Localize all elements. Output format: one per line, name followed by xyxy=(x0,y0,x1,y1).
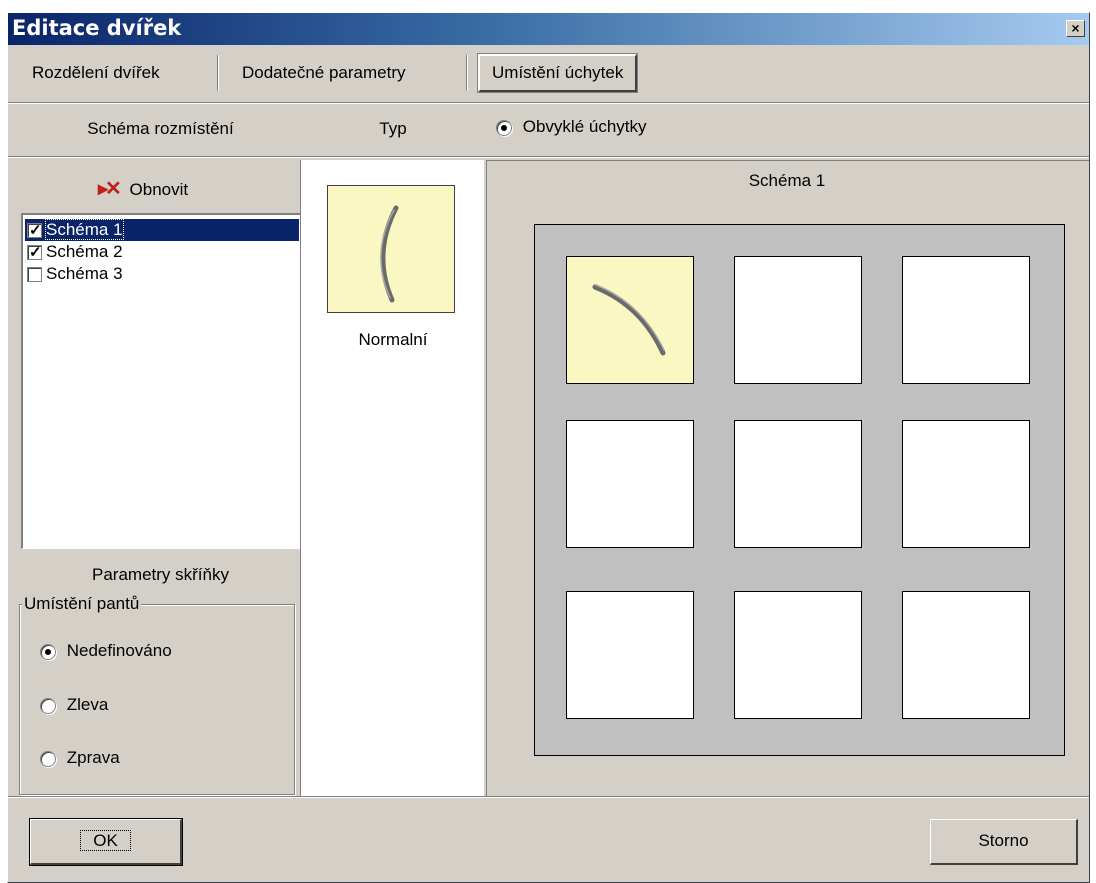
radio-label: Nedefinováno xyxy=(66,641,172,660)
tab-bar: Rozdělení dvířek Dodatečné parametry Umí… xyxy=(8,49,1089,97)
scheme-layout-header: Schéma rozmístění xyxy=(87,119,234,138)
item-label: Schéma 2 xyxy=(46,242,123,261)
radio-button[interactable] xyxy=(40,750,56,767)
grid-cell[interactable] xyxy=(902,256,1030,384)
grid-cell[interactable] xyxy=(566,591,694,719)
item-label: Schéma 3 xyxy=(46,264,123,283)
door-grid xyxy=(534,224,1065,756)
grid-cell[interactable] xyxy=(566,256,694,384)
radio-label: Obvyklé úchytky xyxy=(522,117,647,136)
refresh-label: Obnovit xyxy=(129,180,189,199)
tab-label: Dodatečné parametry xyxy=(242,63,406,82)
grid-cell[interactable] xyxy=(566,420,694,548)
curved-handle-icon xyxy=(592,284,666,356)
ok-button[interactable]: OK xyxy=(29,818,183,866)
scheme-title: Schéma 1 xyxy=(748,171,826,190)
list-item-scheme-3[interactable]: Schéma 3 xyxy=(25,263,299,285)
divider xyxy=(8,156,1089,158)
close-icon: × xyxy=(1071,20,1080,36)
grid-cell[interactable] xyxy=(734,256,862,384)
radio-label: Zleva xyxy=(66,695,109,714)
ok-label: OK xyxy=(80,830,131,851)
radio-button[interactable] xyxy=(40,697,56,714)
title-bar[interactable]: Editace dvířek × xyxy=(8,13,1089,45)
checkbox[interactable] xyxy=(27,220,42,242)
divider xyxy=(8,102,1089,104)
scheme-view: Schéma 1 xyxy=(486,160,1089,796)
radio-undefined[interactable]: Nedefinováno xyxy=(40,641,172,661)
checkbox[interactable] xyxy=(27,267,42,283)
red-x-refresh-icon: ▸✕ xyxy=(98,178,122,200)
curved-handle-icon xyxy=(380,205,399,303)
list-item-scheme-2[interactable]: Schéma 2 xyxy=(25,241,299,264)
cancel-label: Storno xyxy=(978,831,1029,850)
checkbox[interactable] xyxy=(27,242,42,264)
tab-additional-params[interactable]: Dodatečné parametry xyxy=(230,53,417,93)
cabinet-params-title: Parametry skříňky xyxy=(92,565,229,584)
hinge-group: Umístění pantů Nedefinováno Zleva Zprava xyxy=(19,594,295,795)
close-button[interactable]: × xyxy=(1066,20,1085,37)
radio-button[interactable] xyxy=(496,119,512,136)
dialog-window: Editace dvířek × Rozdělení dvířek Dodate… xyxy=(7,12,1090,883)
radio-left[interactable]: Zleva xyxy=(40,695,108,715)
cancel-button[interactable]: Storno xyxy=(930,819,1078,865)
list-item-scheme-1[interactable]: Schéma 1 xyxy=(25,219,299,242)
tab-label: Rozdělení dvířek xyxy=(32,63,160,82)
handle-type-panel[interactable]: Normalní xyxy=(300,160,484,796)
grid-cell[interactable] xyxy=(902,420,1030,548)
radio-right[interactable]: Zprava xyxy=(40,748,120,768)
tab-separator xyxy=(217,55,219,91)
window-title: Editace dvířek xyxy=(12,16,182,40)
handle-thumbnail[interactable] xyxy=(327,185,455,313)
tab-handle-placement[interactable]: Umístění úchytek xyxy=(476,53,639,93)
hinge-group-title: Umístění pantů xyxy=(22,594,142,614)
radio-button[interactable] xyxy=(40,643,56,660)
grid-cell[interactable] xyxy=(734,420,862,548)
scheme-list[interactable]: Schéma 1 Schéma 2 Schéma 3 xyxy=(21,213,301,549)
item-label: Schéma 1 xyxy=(45,219,124,240)
radio-label: Zprava xyxy=(66,748,120,767)
tab-door-division[interactable]: Rozdělení dvířek xyxy=(20,53,172,93)
handle-type-radio[interactable]: Obvyklé úchytky xyxy=(496,117,647,137)
refresh-button[interactable]: ▸✕ Obnovit xyxy=(98,176,248,201)
handle-name: Normalní xyxy=(358,330,428,349)
grid-cell[interactable] xyxy=(734,591,862,719)
tab-label: Umístění úchytek xyxy=(492,63,624,82)
grid-cell[interactable] xyxy=(902,591,1030,719)
tab-separator xyxy=(466,55,468,91)
type-header: Typ xyxy=(379,119,407,138)
divider xyxy=(8,796,1089,798)
